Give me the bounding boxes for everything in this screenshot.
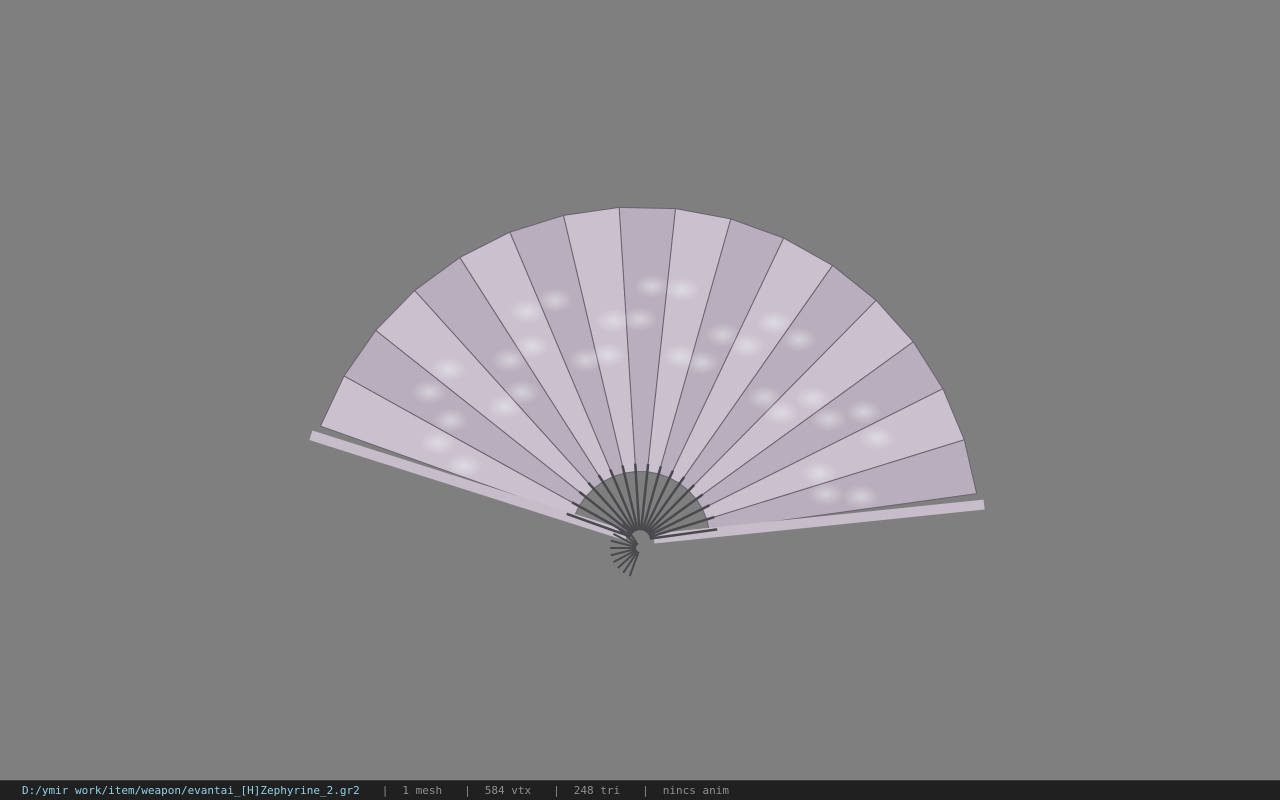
separator: | bbox=[642, 784, 649, 797]
blossom-pattern bbox=[513, 334, 550, 359]
3d-viewport[interactable] bbox=[0, 0, 1280, 780]
blossom-pattern bbox=[807, 482, 844, 507]
blossom-pattern bbox=[589, 342, 626, 367]
blossom-pattern bbox=[432, 408, 469, 433]
blossom-pattern bbox=[780, 327, 817, 352]
blossom-pattern bbox=[446, 453, 483, 478]
blossom-pattern bbox=[430, 357, 467, 382]
blossom-pattern bbox=[810, 407, 847, 432]
blossom-pattern bbox=[503, 380, 540, 405]
blossom-pattern bbox=[728, 333, 765, 358]
separator: | bbox=[464, 784, 471, 797]
vertex-count: 584 vtx bbox=[484, 784, 532, 797]
mesh-count: 1 mesh bbox=[402, 784, 443, 797]
blossom-pattern bbox=[621, 307, 658, 332]
separator: | bbox=[381, 784, 389, 797]
blossom-pattern bbox=[536, 288, 573, 313]
blossom-pattern bbox=[842, 484, 879, 509]
blossom-pattern bbox=[859, 426, 896, 451]
anim-status: nincs anim bbox=[662, 784, 729, 797]
blossom-pattern bbox=[683, 350, 720, 375]
triangle-count: 248 tri bbox=[573, 784, 621, 797]
separator: | bbox=[553, 784, 560, 797]
file-path: D:/ymir work/item/weapon/evantai_[H]Zeph… bbox=[22, 784, 360, 797]
blossom-pattern bbox=[663, 277, 700, 302]
blossom-pattern bbox=[762, 400, 799, 425]
status-bar: D:/ymir work/item/weapon/evantai_[H]Zeph… bbox=[0, 780, 1280, 800]
fan-group bbox=[309, 206, 985, 577]
blossom-pattern bbox=[845, 399, 882, 424]
fan-model-render bbox=[309, 206, 985, 577]
